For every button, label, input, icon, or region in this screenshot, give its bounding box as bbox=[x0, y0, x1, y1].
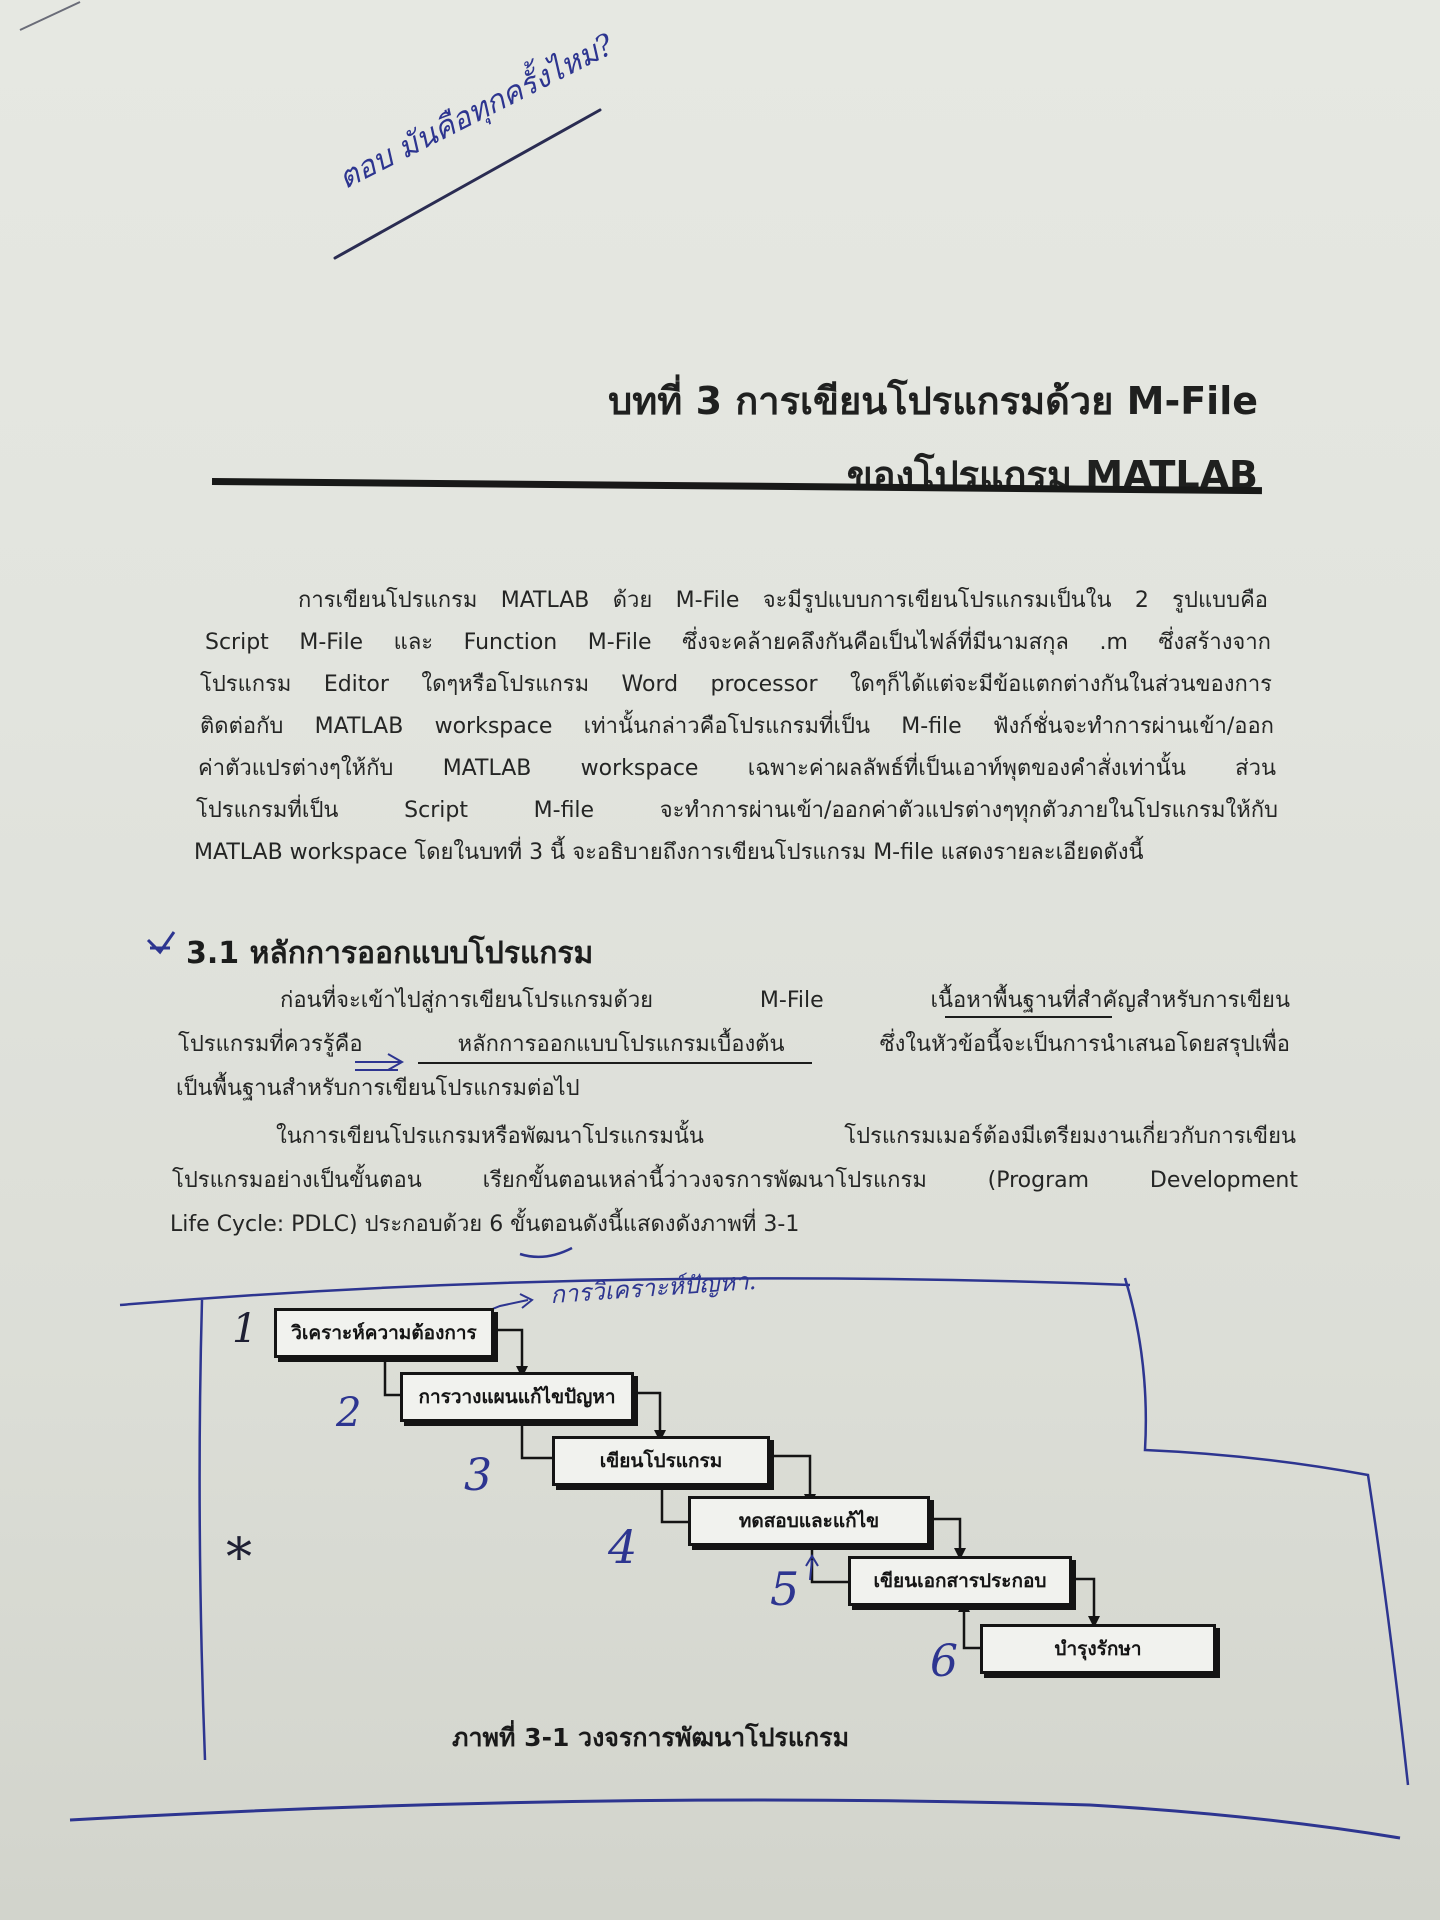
pdlc-step-documentation: เขียนเอกสารประกอบ bbox=[848, 1556, 1072, 1606]
hand-number-3: 3 bbox=[464, 1450, 492, 1501]
corner-pen-mark bbox=[19, 1, 81, 31]
intro-line-6: โปรแกรมที่เป็น Script M-file จะทำการผ่าน… bbox=[196, 798, 1278, 823]
section-p2-line-1: ในการเขียนโปรแกรมหรือพัฒนาโปรแกรมนั้น โป… bbox=[276, 1124, 1296, 1149]
note-underline bbox=[333, 108, 602, 260]
hand-asterisk: * bbox=[226, 1528, 252, 1588]
hand-number-2: 2 bbox=[336, 1390, 362, 1436]
hand-number-4: 4 bbox=[608, 1520, 638, 1574]
frame-right bbox=[1123, 1277, 1410, 1786]
back-arrow-2-1 bbox=[383, 1355, 400, 1397]
intro-line-4: ติดต่อกับ MATLAB workspace เท่านั้นกล่าว… bbox=[200, 714, 1274, 739]
chapter-title-line1: บทที่ 3 การเขียนโปรแกรมด้วย M-File bbox=[608, 379, 1258, 423]
section-p1-line-2: โปรแกรมที่ควรรู้คือ หลักการออกแบบโปรแกรม… bbox=[178, 1032, 1290, 1057]
flow-arrow-5-6 bbox=[1070, 1577, 1096, 1618]
section-heading: 3.1 หลักการออกแบบโปรแกรม bbox=[186, 936, 594, 971]
hand-number-6: 6 bbox=[930, 1636, 958, 1687]
section-p2-line-3: Life Cycle: PDLC) ประกอบด้วย 6 ขั้นตอนดั… bbox=[170, 1212, 800, 1237]
pdlc-step-coding: เขียนโปรแกรม bbox=[552, 1436, 770, 1486]
section-p2-line-2: โปรแกรมอย่างเป็นขั้นตอน เรียกขั้นตอนเหล่… bbox=[172, 1168, 1298, 1193]
flow-arrow-2-3 bbox=[632, 1391, 662, 1432]
section-p1-line-1: ก่อนที่จะเข้าไปสู่การเขียนโปรแกรมด้วย M-… bbox=[280, 988, 1290, 1013]
pdlc-step-maintenance: บำรุงรักษา bbox=[980, 1624, 1216, 1674]
section-p1-line-3: เป็นพื้นฐานสำหรับการเขียนโปรแกรมต่อไป bbox=[176, 1076, 580, 1101]
pdlc-step-analysis: วิเคราะห์ความต้องการ bbox=[274, 1308, 494, 1358]
back-arrow-3-2 bbox=[520, 1420, 552, 1460]
frame-bottom bbox=[69, 1798, 1401, 1840]
pen-underline-six bbox=[519, 1246, 573, 1259]
pdlc-step-planning: การวางแผนแก้ไขปัญหา bbox=[400, 1372, 634, 1422]
intro-line-2: Script M-File และ Function M-File ซึ่งจะ… bbox=[205, 630, 1271, 655]
back-arrow-4-3 bbox=[660, 1484, 688, 1524]
intro-line-1: การเขียนโปรแกรม MATLAB ด้วย M-File จะมีร… bbox=[298, 588, 1268, 613]
frame-left bbox=[198, 1299, 207, 1761]
figure-caption: ภาพที่ 3-1 วงจรการพัฒนาโปรแกรม bbox=[452, 1723, 850, 1752]
hand-number-5: 5 bbox=[770, 1562, 800, 1616]
pdlc-step-testing: ทดสอบและแก้ไข bbox=[688, 1496, 930, 1546]
intro-line-7: MATLAB workspace โดยในบทที่ 3 นี้ จะอธิบ… bbox=[194, 840, 1144, 865]
intro-line-3: โปรแกรม Editor ใดๆหรือโปรแกรม Word proce… bbox=[200, 672, 1272, 697]
document-page: ตอบ มันคือทุกครั้งไหม? บทที่ 3 การเขียนโ… bbox=[0, 0, 1440, 1920]
flow-arrow-4-5 bbox=[928, 1517, 962, 1550]
hand-number-1: 1 bbox=[232, 1306, 258, 1352]
pen-check-mark bbox=[146, 931, 176, 955]
flow-arrow-1-2 bbox=[492, 1328, 524, 1368]
back-arrow-6-5 bbox=[962, 1610, 980, 1650]
chapter-title-line2: ของโปรแกรม MATLAB bbox=[846, 453, 1258, 497]
intro-line-5: ค่าตัวแปรต่างๆให้กับ MATLAB workspace เฉ… bbox=[198, 756, 1276, 781]
flow-arrow-3-4 bbox=[768, 1454, 812, 1496]
